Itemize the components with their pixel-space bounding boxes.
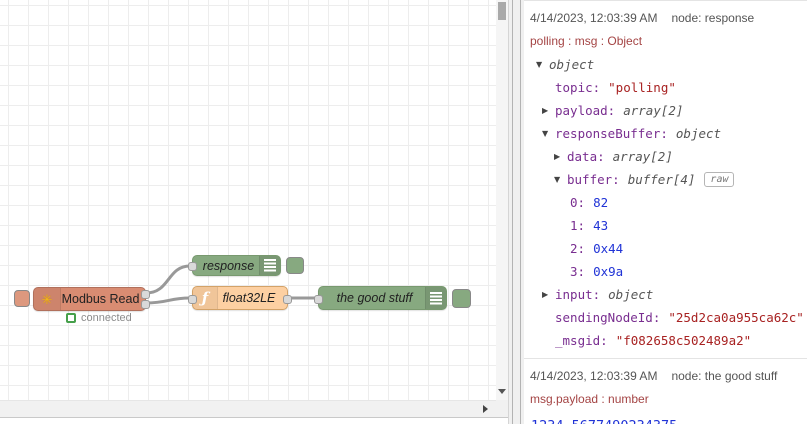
raw-button[interactable]: raw bbox=[704, 172, 735, 187]
canvas-vertical-scrollbar[interactable] bbox=[496, 0, 508, 400]
debug-tree-row: ▼ object bbox=[524, 53, 807, 76]
debug-node-label: node: response bbox=[671, 11, 755, 25]
sidebar-resize-handle[interactable] bbox=[512, 0, 521, 424]
debug-toggle-button-goodstuff[interactable] bbox=[452, 289, 471, 308]
debug-entry-header: 4/14/2023, 12:03:39 AM node: response bbox=[524, 3, 807, 29]
debug-tree-row: 3: 0x9a bbox=[524, 260, 807, 283]
input-port[interactable] bbox=[188, 262, 197, 271]
object-key: data: bbox=[567, 149, 605, 164]
node-label: float32LE bbox=[222, 291, 276, 305]
node-modbus-read[interactable]: ✳ Modbus Read bbox=[33, 287, 150, 311]
object-key: responseBuffer: bbox=[555, 126, 668, 141]
debug-tree-row: _msgid: "f082658c502489a2" bbox=[524, 329, 807, 352]
debug-meta: polling : msg : Object bbox=[530, 34, 643, 48]
output-port[interactable] bbox=[283, 295, 292, 304]
scrollbar-corner bbox=[496, 400, 508, 417]
node-label: response bbox=[202, 258, 255, 273]
debug-entry-header: 4/14/2023, 12:03:39 AM node: the good stu… bbox=[524, 361, 807, 387]
object-key: payload: bbox=[555, 103, 616, 118]
debug-entry: 4/14/2023, 12:03:39 AM node: response poll… bbox=[524, 0, 807, 359]
object-value: "25d2ca0a955ca62c" bbox=[668, 310, 804, 325]
object-key: 1: bbox=[570, 218, 586, 233]
expand-arrow-icon[interactable]: ▼ bbox=[536, 60, 549, 69]
expand-arrow-icon[interactable]: ▼ bbox=[542, 129, 555, 138]
debug-tree-row: ▶ payload: array[2] bbox=[524, 99, 807, 122]
object-value: buffer[4] bbox=[627, 172, 696, 187]
status-label: connected bbox=[81, 312, 132, 324]
object-key: 0: bbox=[570, 195, 586, 210]
debug-entry: 4/14/2023, 12:03:39 AM node: the good stu… bbox=[524, 359, 807, 424]
object-value: 0x9a bbox=[593, 264, 624, 279]
wire-modbus-to-response[interactable] bbox=[144, 264, 192, 295]
debug-meta: msg.payload : number bbox=[530, 392, 649, 406]
debug-payload-value: 1234.5677490234375 bbox=[524, 411, 807, 424]
object-key: topic: bbox=[555, 80, 601, 95]
scroll-right-arrow-icon[interactable] bbox=[483, 405, 488, 413]
object-value: object bbox=[608, 287, 654, 302]
sidebar-separator[interactable] bbox=[508, 0, 524, 424]
wires-layer bbox=[144, 264, 319, 305]
debug-toggle-button-response[interactable] bbox=[286, 257, 304, 274]
node-status: connected bbox=[66, 312, 132, 324]
scrollbar-thumb[interactable] bbox=[498, 2, 506, 20]
object-key: 2: bbox=[570, 241, 586, 256]
debug-tree-row: 1: 43 bbox=[524, 214, 807, 237]
debug-tree-row: ▶ input: object bbox=[524, 283, 807, 306]
debug-tree-row: ▶ data: array[2] bbox=[524, 145, 807, 168]
node-float32le[interactable]: ƒ float32LE bbox=[188, 286, 292, 310]
expand-arrow-icon[interactable]: ▶ bbox=[542, 290, 555, 299]
object-value: "polling" bbox=[608, 80, 676, 95]
debug-tree-row: 2: 0x44 bbox=[524, 237, 807, 260]
debug-messages-icon bbox=[259, 256, 280, 275]
object-value: object bbox=[549, 57, 595, 72]
wire-modbus-to-float32le[interactable] bbox=[144, 296, 192, 305]
canvas-bottom-edge bbox=[0, 417, 508, 424]
object-key: input: bbox=[555, 287, 601, 302]
node-response[interactable]: response bbox=[188, 255, 281, 276]
object-value: "f082658c502489a2" bbox=[615, 333, 752, 348]
debug-tree-row: ▼ responseBuffer: object bbox=[524, 122, 807, 145]
debug-messages-icon bbox=[425, 287, 446, 309]
debug-tree-row: sendingNodeId: "25d2ca0a955ca62c" bbox=[524, 306, 807, 329]
node-the-good-stuff[interactable]: the good stuff bbox=[314, 286, 447, 310]
node-label: Modbus Read bbox=[61, 292, 140, 306]
node-label: the good stuff bbox=[336, 291, 413, 305]
debug-node-label: node: the good stuff bbox=[671, 369, 778, 383]
object-key: _msgid: bbox=[555, 333, 608, 348]
input-port[interactable] bbox=[314, 295, 323, 304]
object-value: 82 bbox=[593, 195, 609, 210]
input-port[interactable] bbox=[188, 295, 197, 304]
object-value: array[2] bbox=[623, 103, 684, 118]
object-value: 0x44 bbox=[593, 241, 624, 256]
expand-arrow-icon[interactable]: ▼ bbox=[554, 175, 567, 184]
debug-timestamp: 4/14/2023, 12:03:39 AM bbox=[530, 369, 658, 383]
debug-panel: 4/14/2023, 12:03:39 AM node: response poll… bbox=[524, 0, 807, 424]
object-value: object bbox=[675, 126, 722, 141]
object-key: sendingNodeId: bbox=[555, 310, 661, 325]
expand-arrow-icon[interactable]: ▶ bbox=[542, 106, 555, 115]
modbus-node-button[interactable] bbox=[14, 290, 30, 307]
scroll-down-arrow-icon[interactable] bbox=[498, 389, 506, 394]
debug-timestamp: 4/14/2023, 12:03:39 AM bbox=[530, 11, 658, 25]
expand-arrow-icon[interactable]: ▶ bbox=[554, 152, 567, 161]
flow-canvas[interactable]: ✳ Modbus Read connected response ƒ float… bbox=[0, 0, 496, 400]
object-key: 3: bbox=[570, 264, 586, 279]
debug-tree-row: topic: "polling" bbox=[524, 76, 807, 99]
object-value: array[2] bbox=[612, 149, 673, 164]
object-value: 43 bbox=[593, 218, 609, 233]
output-port-2[interactable] bbox=[141, 300, 150, 309]
output-port-1[interactable] bbox=[141, 290, 150, 299]
object-key: buffer: bbox=[567, 172, 620, 187]
debug-tree-row: ▼ buffer: buffer[4] raw bbox=[524, 168, 807, 191]
modbus-icon: ✳ bbox=[34, 288, 61, 310]
debug-tree-row: 0: 82 bbox=[524, 191, 807, 214]
status-connected-icon bbox=[66, 313, 76, 323]
canvas-horizontal-scrollbar[interactable] bbox=[0, 400, 496, 417]
